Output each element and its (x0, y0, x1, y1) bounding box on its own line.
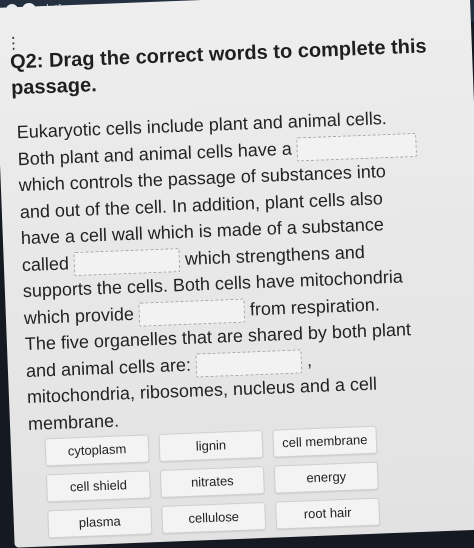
word-chip-lignin[interactable]: lignin (158, 430, 264, 462)
question-card: ⋮ Q2: Drag the correct words to complete… (0, 0, 474, 548)
passage-text: which provide (23, 303, 135, 328)
word-chip-cell-shield[interactable]: cell shield (45, 470, 151, 503)
word-chip-nitrates[interactable]: nitrates (159, 465, 265, 498)
drop-slot-1[interactable] (296, 132, 418, 162)
word-chip-root-hair[interactable]: root hair (275, 497, 381, 530)
question-title: Q2: Drag the correct words to complete t… (10, 33, 452, 102)
passage-text: from respiration. (249, 293, 381, 319)
word-chip-cell-membrane[interactable]: cell membrane (272, 425, 378, 458)
passage-text: and animal cells are: (25, 354, 192, 381)
passage-text: , (306, 349, 313, 370)
word-chip-plasma[interactable]: plasma (47, 506, 153, 539)
word-chip-energy[interactable]: energy (273, 461, 379, 494)
passage: Eukaryotic cells include plant and anima… (16, 103, 460, 437)
word-chip-cellulose[interactable]: cellulose (161, 501, 267, 534)
passage-text: called (21, 252, 70, 275)
passage-text: which strengthens and (184, 241, 366, 269)
word-chip-cytoplasm[interactable]: cytoplasm (44, 434, 150, 467)
